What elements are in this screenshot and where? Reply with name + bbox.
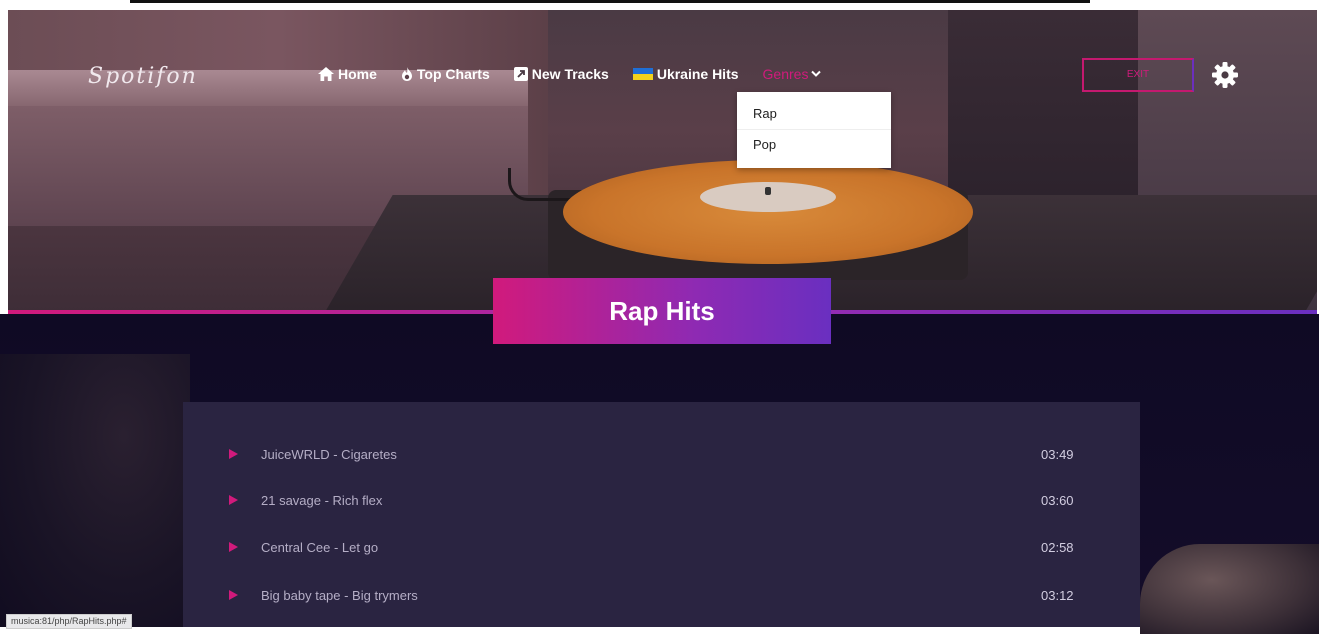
background-person-image xyxy=(0,354,190,627)
site-logo[interactable]: Spotifon xyxy=(88,64,198,89)
vinyl-record xyxy=(563,160,973,264)
genres-dropdown: Rap Pop xyxy=(737,92,891,168)
ukraine-flag-icon xyxy=(632,68,653,80)
chevron-down-icon xyxy=(811,67,822,81)
nav-home-label: Home xyxy=(338,66,377,82)
track-duration: 03:12 xyxy=(1041,587,1074,603)
nav-new-tracks[interactable]: New Tracks xyxy=(513,66,609,82)
page-title: Rap Hits xyxy=(493,278,831,344)
nav-new-tracks-label: New Tracks xyxy=(531,66,609,82)
track-duration: 02:58 xyxy=(1041,539,1074,555)
track-title: Big baby tape - Big trymers xyxy=(261,587,418,603)
fire-icon xyxy=(401,67,413,81)
exit-button[interactable]: EXIT xyxy=(1082,58,1194,92)
play-icon[interactable] xyxy=(229,590,238,600)
track-row[interactable]: JuiceWRLD - Cigaretes 03:49 xyxy=(183,439,1140,469)
main-nav: Home Top Charts New Tracks Ukraine Hits … xyxy=(318,66,845,82)
track-duration: 03:49 xyxy=(1041,446,1074,462)
nav-ukraine-hits[interactable]: Ukraine Hits xyxy=(632,66,739,82)
track-list: JuiceWRLD - Cigaretes 03:49 21 savage - … xyxy=(183,402,1140,627)
track-duration: 03:60 xyxy=(1041,492,1074,508)
top-edge-line xyxy=(130,0,1090,3)
track-title: Central Cee - Let go xyxy=(261,539,379,555)
nav-home[interactable]: Home xyxy=(318,66,377,82)
track-title: 21 savage - Rich flex xyxy=(261,492,383,508)
track-title: JuiceWRLD - Cigaretes xyxy=(261,446,397,462)
home-icon xyxy=(318,67,334,81)
hero-speaker xyxy=(948,10,1138,210)
track-row[interactable]: 21 savage - Rich flex 03:60 xyxy=(183,485,1140,515)
nav-genres-toggle[interactable]: Genres xyxy=(763,66,822,82)
nav-top-charts[interactable]: Top Charts xyxy=(401,66,490,82)
play-icon[interactable] xyxy=(229,542,238,552)
background-microphone-image xyxy=(1140,544,1319,634)
nav-top-charts-label: Top Charts xyxy=(416,66,490,82)
genre-option-pop[interactable]: Pop xyxy=(737,130,891,160)
track-row[interactable]: Central Cee - Let go 02:58 xyxy=(183,532,1140,562)
hero-image xyxy=(8,10,1317,312)
top-edge xyxy=(0,0,1319,10)
genre-option-rap[interactable]: Rap xyxy=(737,99,891,130)
play-icon[interactable] xyxy=(229,495,238,505)
vinyl-spindle xyxy=(765,187,771,195)
nav-ukraine-hits-label: Ukraine Hits xyxy=(656,66,739,82)
nav-genres-label: Genres xyxy=(762,66,809,82)
track-row[interactable]: Big baby tape - Big trymers 03:12 xyxy=(183,580,1140,610)
gear-icon[interactable] xyxy=(1212,62,1238,88)
play-icon[interactable] xyxy=(229,449,238,459)
new-arrow-icon xyxy=(513,67,528,81)
